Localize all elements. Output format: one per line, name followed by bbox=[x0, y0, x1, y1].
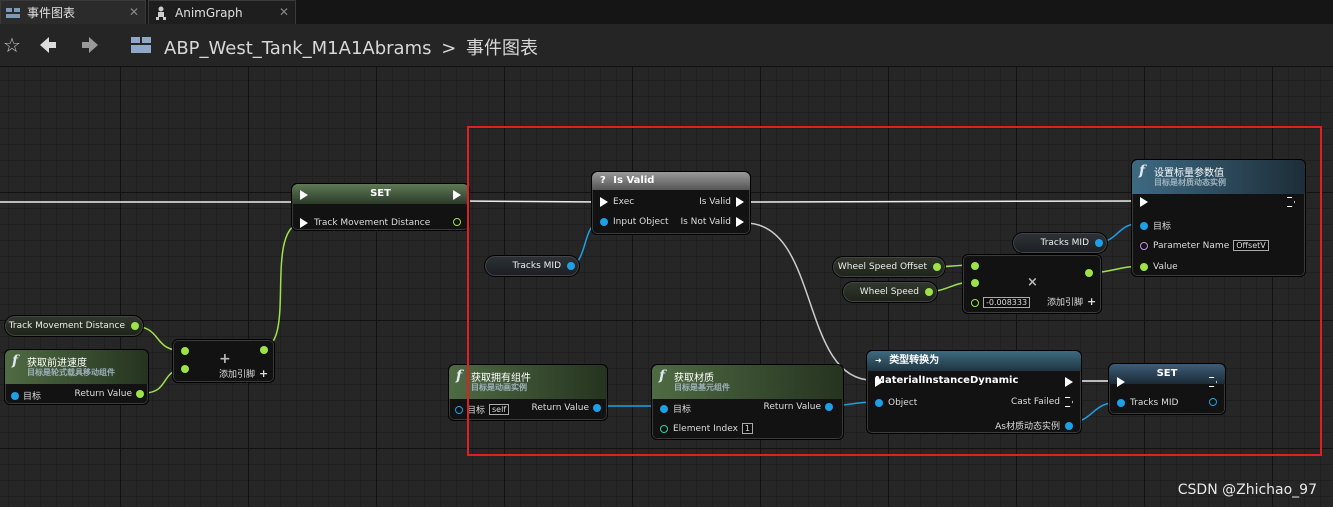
graph-icon bbox=[128, 30, 154, 60]
exec-in-row bbox=[300, 190, 308, 200]
node-header: f 获取前进速度 目标是轮式载具移动组件 bbox=[5, 350, 148, 384]
add-pin-label: 添加引脚 bbox=[219, 370, 256, 380]
arrow-left-icon[interactable] bbox=[34, 30, 62, 60]
close-icon[interactable]: ✕ bbox=[279, 5, 289, 19]
float-out-pin[interactable] bbox=[453, 218, 461, 226]
return-pin-row: Return Value bbox=[75, 389, 144, 399]
watermark: CSDN @Zhichao_97 bbox=[1177, 482, 1317, 498]
float-out-pin[interactable] bbox=[260, 346, 268, 354]
breadcrumb-graph[interactable]: 事件图表 bbox=[466, 38, 538, 59]
breadcrumb: ABP_West_Tank_M1A1Abrams > 事件图表 bbox=[164, 34, 538, 60]
pin-label: Track Movement Distance bbox=[314, 218, 431, 228]
float-out-pin[interactable] bbox=[136, 390, 144, 398]
pin-label: 目标 bbox=[23, 392, 42, 402]
get-forward-speed-node[interactable]: f 获取前进速度 目标是轮式载具移动组件 目标 Return Value bbox=[4, 349, 149, 405]
set-track-movement-distance-node[interactable]: SET Track Movement Distance bbox=[291, 183, 470, 231]
tab-event-graph[interactable]: 事件图表 ✕ bbox=[0, 0, 146, 24]
add-pin-button[interactable]: 添加引脚 + bbox=[219, 367, 268, 380]
get-track-movement-distance-node[interactable]: Track Movement Distance bbox=[4, 315, 144, 337]
breadcrumb-asset[interactable]: ABP_West_Tank_M1A1Abrams bbox=[164, 38, 431, 59]
float-in-pin[interactable] bbox=[181, 365, 189, 373]
node-subtitle: 目标是轮式载具移动组件 bbox=[27, 368, 115, 377]
add-node[interactable]: + 添加引脚 + bbox=[172, 339, 275, 383]
pin-label: Return Value bbox=[74, 389, 132, 399]
exec-out-pin[interactable] bbox=[453, 190, 461, 200]
star-icon[interactable]: ☆ bbox=[0, 30, 24, 60]
value-in-row: Track Movement Distance bbox=[300, 218, 430, 228]
variable-label: Track Movement Distance bbox=[8, 321, 125, 331]
exec-marker-icon bbox=[300, 218, 308, 228]
float-in-pin[interactable] bbox=[181, 347, 189, 355]
exec-out-row bbox=[453, 190, 461, 200]
tab-animgraph[interactable]: AnimGraph ✕ bbox=[148, 0, 296, 24]
tab-label: AnimGraph bbox=[175, 5, 243, 20]
anim-graph-icon bbox=[153, 6, 169, 20]
function-icon: f bbox=[12, 353, 19, 369]
selection-rectangle bbox=[467, 126, 1322, 456]
exec-in-pin[interactable] bbox=[300, 190, 308, 200]
arrow-right-icon[interactable] bbox=[76, 30, 104, 60]
tab-bar: 事件图表 ✕ AnimGraph ✕ bbox=[0, 0, 1333, 24]
breadcrumb-separator: > bbox=[441, 38, 457, 59]
tab-label: 事件图表 bbox=[27, 6, 76, 20]
event-graph-icon bbox=[5, 6, 21, 20]
float-out-pin[interactable] bbox=[131, 322, 139, 330]
target-pin-row: 目标 bbox=[11, 389, 41, 402]
output-row bbox=[260, 346, 268, 354]
value-out-row bbox=[453, 218, 461, 226]
function-icon: f bbox=[456, 368, 463, 384]
close-icon[interactable]: ✕ bbox=[129, 5, 139, 19]
node-header: SET bbox=[292, 184, 469, 204]
input-b-row bbox=[181, 365, 189, 373]
node-title: SET bbox=[370, 188, 391, 199]
add-symbol: + bbox=[219, 351, 231, 367]
object-in-pin[interactable] bbox=[11, 391, 19, 400]
object-in-pin[interactable] bbox=[455, 405, 463, 414]
input-a-row bbox=[181, 347, 189, 355]
plus-icon: + bbox=[259, 367, 269, 380]
